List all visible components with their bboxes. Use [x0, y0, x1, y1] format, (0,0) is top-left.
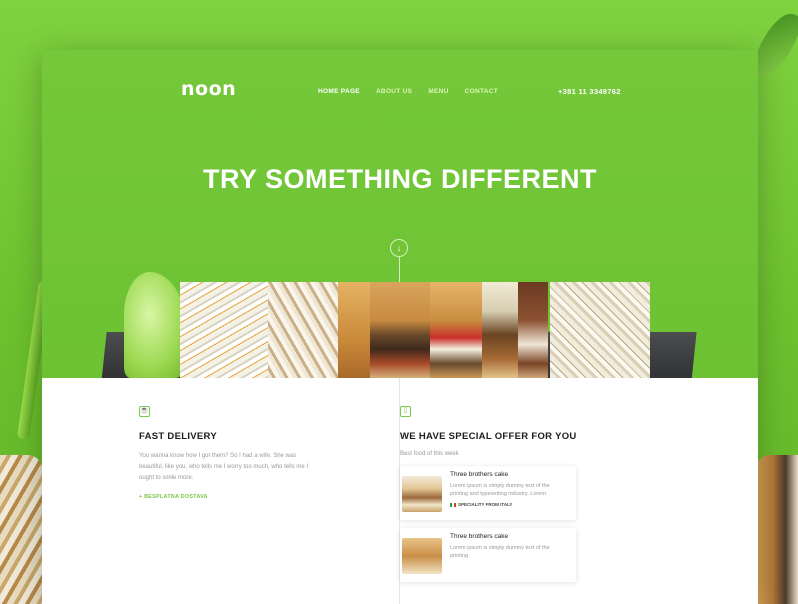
arrow-down-icon[interactable]: ↓ [390, 239, 408, 257]
feature-fast-delivery: ☕ FAST DELIVERY You wanna know how I got… [139, 406, 339, 500]
main-nav: HOME PAGE ABOUT US MENU CONTACT [318, 88, 498, 95]
card-tag-label: SPECIALITY FROM ITALY [458, 502, 513, 507]
offer-subtitle: Best food of this week [400, 451, 459, 457]
chicken-salad-image [268, 282, 340, 378]
box-icon: ▯ [400, 406, 411, 417]
burger-image [370, 282, 430, 378]
card-tag: SPECIALITY FROM ITALY [450, 502, 512, 507]
pasta-image [550, 282, 650, 378]
offer-title: WE HAVE SPECIAL OFFER FOR YOU [400, 431, 577, 442]
card-description: Lorem ipsum is simply dummy text of the … [450, 483, 550, 497]
coleslaw-image [180, 282, 272, 378]
offer-card[interactable]: Three brothers cake Lorem ipsum is simpl… [400, 466, 576, 520]
coffee-cup-icon: ☕ [139, 406, 150, 417]
feature-title: FAST DELIVERY [139, 431, 217, 442]
cake-image [402, 538, 442, 574]
background-food-left [0, 455, 42, 604]
italy-flag-icon [450, 502, 456, 507]
cake-image [402, 476, 442, 512]
card-description: Lorem ipsum is simply dummy text of the … [450, 545, 550, 559]
bread-image [338, 282, 370, 378]
feature-text: You wanna know how I got them? So I had … [139, 453, 309, 481]
logo[interactable]: noon [181, 78, 236, 100]
feature-special-offer: ▯ WE HAVE SPECIAL OFFER FOR YOU Best foo… [400, 406, 590, 590]
nav-item-menu[interactable]: MENU [428, 88, 448, 95]
nav-item-contact[interactable]: CONTACT [465, 88, 498, 95]
offer-card[interactable]: Three brothers cake Lorem ipsum is simpl… [400, 528, 576, 582]
cake-slice-image [518, 282, 548, 378]
nav-item-about[interactable]: ABOUT US [376, 88, 412, 95]
nav-item-home[interactable]: HOME PAGE [318, 88, 360, 95]
background-food-right [756, 455, 798, 604]
sandwich-image [430, 282, 482, 378]
wrap-image [482, 282, 518, 378]
phone-number[interactable]: +381 11 3349762 [558, 87, 621, 96]
lettuce-image [124, 272, 188, 378]
card-title: Three brothers cake [450, 533, 509, 540]
hero-headline: TRY SOMETHING DIFFERENT [202, 164, 597, 194]
free-delivery-link[interactable]: + BESPLATNA DOSTAVA [139, 494, 339, 500]
card-title: Three brothers cake [450, 471, 509, 478]
hero-section: noon HOME PAGE ABOUT US MENU CONTACT +38… [42, 50, 758, 378]
